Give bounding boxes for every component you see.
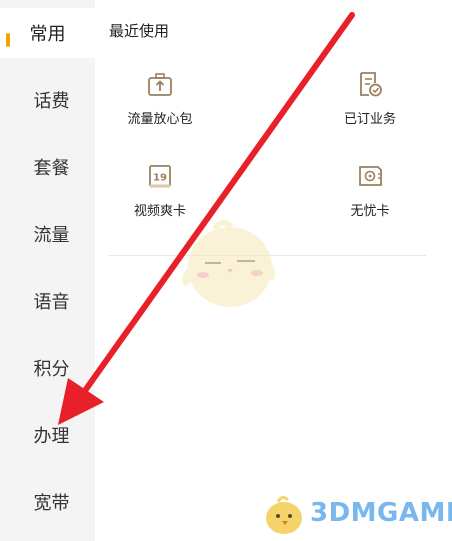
briefcase-upload-icon xyxy=(148,73,172,96)
sidebar-item-package[interactable]: 套餐 xyxy=(8,142,95,192)
service-item-worry-free-card[interactable]: 无忧卡 xyxy=(310,162,430,219)
service-item-video-card[interactable]: 19 视频爽卡 xyxy=(100,162,220,219)
sidebar-item-label: 话费 xyxy=(33,91,70,112)
sim-card-19-icon: 19 xyxy=(149,165,171,188)
sidebar-item-label: 常用 xyxy=(29,24,66,45)
service-item-subscribed[interactable]: 已订业务 xyxy=(310,70,430,127)
sidebar-item-common[interactable]: 常用 xyxy=(0,8,95,58)
sidebar-item-label: 宽带 xyxy=(33,493,70,514)
section-title: 最近使用 xyxy=(109,22,170,40)
sim-card-chip-icon xyxy=(359,166,382,186)
sidebar-item-phone-bill[interactable]: 话费 xyxy=(8,75,95,125)
watermark: 3DMGAME xyxy=(262,490,452,536)
subscribed-doc-icon xyxy=(360,72,382,97)
service-label: 流量放心包 xyxy=(127,112,193,127)
sidebar-item-label: 套餐 xyxy=(33,158,70,179)
watermark-text: 3DMGAME xyxy=(310,498,452,528)
sidebar-item-label: 积分 xyxy=(33,359,70,380)
service-label: 无忧卡 xyxy=(350,204,390,219)
sidebar-item-label: 语音 xyxy=(33,292,70,313)
service-item-data-package[interactable]: 流量放心包 xyxy=(100,70,220,127)
chick-mascot-icon xyxy=(182,219,276,307)
category-sidebar: 常用 话费 套餐 流量 语音 积分 办理 宽带 xyxy=(0,0,95,541)
sidebar-item-broadband[interactable]: 宽带 xyxy=(8,477,95,527)
chick-logo-icon xyxy=(266,495,302,534)
sidebar-item-points[interactable]: 积分 xyxy=(8,343,95,393)
active-indicator xyxy=(6,33,10,47)
svg-text:19: 19 xyxy=(153,173,167,184)
sidebar-item-handle[interactable]: 办理 xyxy=(8,410,95,460)
sidebar-item-label: 流量 xyxy=(33,225,70,246)
service-label: 已订业务 xyxy=(343,112,396,127)
sidebar-item-voice[interactable]: 语音 xyxy=(8,276,95,326)
sidebar-item-label: 办理 xyxy=(33,426,70,447)
sidebar-item-data[interactable]: 流量 xyxy=(8,209,95,259)
